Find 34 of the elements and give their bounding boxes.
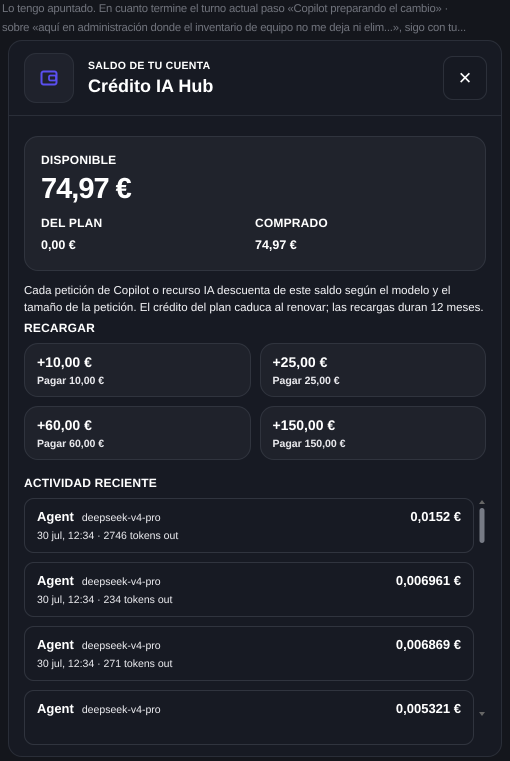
chat-text: sobre «aquí en administración donde el inventario de equipo no me deja ni elim...», sigo con tu... (2, 21, 467, 36)
activity-cost: 0,006961 € (396, 573, 461, 588)
balance-amount: 74,97 € (41, 173, 132, 206)
activity-cost: 0,006869 € (396, 637, 461, 652)
section-heading: ACTIVIDAD RECIENTE (24, 476, 158, 490)
agent-name: Agent (37, 701, 74, 716)
balance-part-value: 0,00 € (41, 238, 77, 252)
dialog-title: Crédito IA Hub (88, 76, 214, 96)
balance-part-value: 74,97 € (255, 238, 298, 252)
activity-meta: 30 jul, 12:34 · 271 tokens out (37, 658, 174, 670)
section-heading: RECARGAR (24, 321, 96, 335)
activity-meta: 30 jul, 12:34 · 234 tokens out (37, 594, 174, 606)
model-name: deepseek-v4-pro (82, 576, 161, 588)
recharge-option[interactable]: +60,00 € Pagar 60,00 € (24, 406, 250, 460)
model-name: deepseek-v4-pro (82, 640, 161, 652)
dialog-eyebrow: SALDO DE TU CUENTA (88, 60, 212, 72)
agent-name: Agent (37, 509, 74, 524)
agent-name: Agent (37, 637, 74, 652)
close-button[interactable]: × (443, 56, 487, 100)
recharge-option[interactable]: +150,00 € Pagar 150,00 € (260, 406, 486, 460)
agent-name: Agent (37, 573, 74, 588)
activity-cost: 0,0152 € (410, 509, 461, 524)
wallet-icon (40, 70, 58, 86)
recharge-option[interactable]: +10,00 € Pagar 10,00 € (24, 343, 250, 397)
balance-part-label: DEL PLAN (41, 216, 104, 230)
chat-text: Lo tengo apuntado. En cuanto termine el turno actual paso «Copilot preparando el cambio» · (2, 2, 450, 17)
recharge-option[interactable]: +25,00 € Pagar 25,00 € (260, 343, 486, 397)
activity-meta: 30 jul, 12:34 · 2746 tokens out (37, 530, 180, 542)
balance-label: DISPONIBLE (41, 153, 118, 167)
balance-part-label: COMPRADO (255, 216, 329, 230)
description-text: Cada petición de Copilot o recurso IA descuenta de este saldo según el modelo y el tamaño de la petición. El crédito del plan caduca al renovar; las recargas duran 12 meses. (24, 284, 485, 316)
model-name: deepseek-v4-pro (82, 512, 161, 524)
activity-cost: 0,005321 € (396, 701, 461, 718)
model-name: deepseek-v4-pro (82, 704, 161, 716)
